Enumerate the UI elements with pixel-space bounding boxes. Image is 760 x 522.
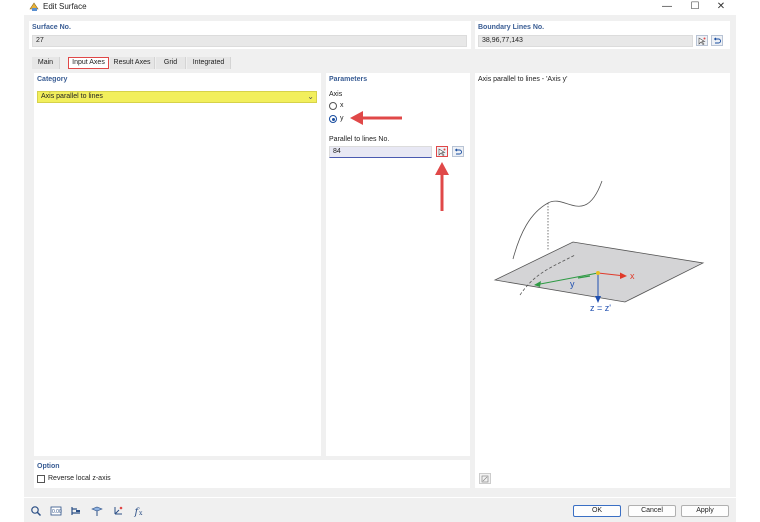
axis-y-label: y [340, 115, 344, 122]
parameters-panel: Parameters Axis x y Parallel to lines No… [326, 73, 470, 456]
boundary-panel: Boundary Lines No. 38,96,77,143 [475, 21, 730, 49]
numbering-icon[interactable] [70, 505, 82, 517]
chevron-down-icon: ⌄ [307, 92, 314, 101]
close-button[interactable]: ✕ [714, 1, 728, 13]
option-label: Option [37, 463, 60, 470]
y-axis-label: y [570, 279, 575, 289]
option-panel: Option Reverse local z-axis [34, 460, 470, 488]
surface-label: Surface No. [32, 24, 71, 31]
boundary-lines-field[interactable]: 38,96,77,143 [478, 35, 693, 47]
reverse-z-axis-checkbox[interactable] [37, 475, 45, 483]
category-label: Category [37, 76, 68, 83]
edit-surface-dialog: Edit Surface — ☐ ✕ Surface No. 27 Bounda… [24, 0, 736, 522]
tab-main[interactable]: Main [32, 57, 60, 69]
preview-options-button[interactable] [479, 473, 491, 484]
title-bar: Edit Surface — ☐ ✕ [24, 0, 736, 15]
category-dropdown[interactable]: Axis parallel to lines ⌄ [37, 91, 317, 103]
category-panel: Category [34, 73, 321, 456]
undo-boundary-button[interactable] [711, 35, 723, 46]
surface-panel: Surface No. 27 [29, 21, 471, 49]
preview-panel: Axis parallel to lines - 'Axis y' x y z … [475, 73, 730, 488]
axis-x-radio[interactable] [329, 102, 337, 110]
pick-cursor-icon [698, 36, 706, 45]
origin-point [596, 271, 600, 275]
pick-cursor-icon [438, 147, 446, 156]
z-axis-arrowhead [595, 296, 601, 303]
view-settings-icon [481, 475, 489, 482]
category-selected: Axis parallel to lines [41, 93, 103, 100]
axis-diagram: x y z = z' [493, 180, 705, 313]
cancel-button[interactable]: Cancel [628, 505, 676, 517]
tab-result-axes[interactable]: Result Axes [110, 57, 155, 69]
preview-title: Axis parallel to lines - 'Axis y' [478, 76, 568, 83]
svg-text:x: x [139, 510, 143, 517]
svg-text:0.00: 0.00 [52, 509, 62, 515]
units-icon[interactable]: 0.00 [50, 505, 62, 517]
tab-input-axes[interactable]: Input Axes [68, 57, 109, 69]
ok-button[interactable]: OK [573, 505, 621, 517]
undo-arrow-icon [454, 147, 462, 154]
z-axis-label: z = z' [590, 303, 611, 313]
undo-arrow-icon [713, 36, 721, 43]
maximize-button[interactable]: ☐ [688, 1, 702, 13]
annotation-arrow-up-icon [435, 162, 449, 211]
app-icon [29, 2, 39, 11]
function-icon[interactable]: fx [133, 505, 145, 517]
view-icon[interactable] [91, 505, 103, 517]
axis-label: Axis [329, 91, 343, 98]
tab-integrated[interactable]: Integrated [187, 57, 231, 69]
pick-lines-button[interactable] [436, 146, 448, 157]
x-axis-label: x [630, 271, 635, 281]
axis-y-radio[interactable] [329, 115, 337, 123]
minimize-button[interactable]: — [660, 1, 674, 13]
divider [24, 497, 736, 498]
surface-number-field[interactable]: 27 [32, 35, 467, 47]
window-title: Edit Surface [43, 2, 87, 11]
axes-icon[interactable] [112, 505, 124, 517]
parallel-lines-input[interactable]: 84 [329, 146, 432, 158]
apply-button[interactable]: Apply [681, 505, 729, 517]
undo-lines-button[interactable] [452, 146, 464, 157]
annotation-arrow-left-icon [350, 111, 402, 125]
pick-boundary-button[interactable] [696, 35, 708, 46]
tab-grid[interactable]: Grid [156, 57, 186, 69]
reverse-z-axis-label: Reverse local z-axis [48, 475, 111, 482]
zoom-icon[interactable] [30, 505, 42, 517]
parallel-lines-label: Parallel to lines No. [329, 136, 390, 143]
boundary-label: Boundary Lines No. [478, 24, 545, 31]
parameters-label: Parameters [329, 76, 368, 83]
axis-x-label: x [340, 102, 344, 109]
